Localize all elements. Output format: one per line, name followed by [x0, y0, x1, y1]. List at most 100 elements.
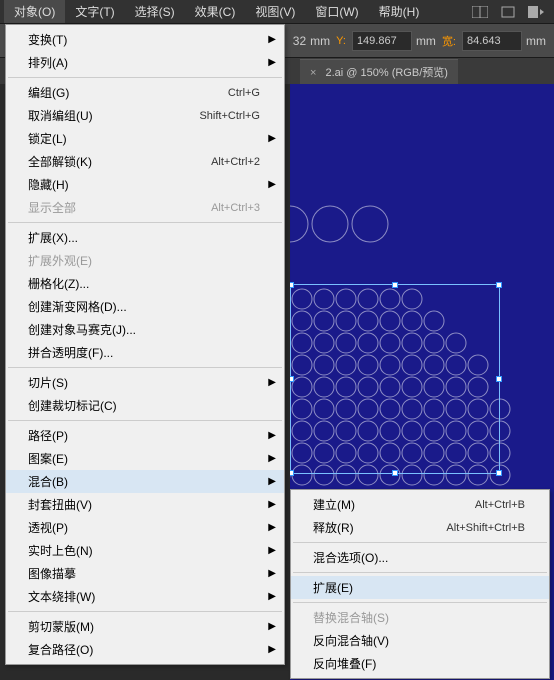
- panel-icon[interactable]: [526, 4, 546, 20]
- menu-shortcut: Alt+Shift+Ctrl+B: [446, 522, 525, 534]
- menu-item-label: 显示全部: [28, 199, 211, 216]
- selection-box[interactable]: [290, 284, 500, 474]
- menu-item-label: 栅格化(Z)...: [28, 275, 260, 292]
- menu-item-label: 扩展外观(E): [28, 252, 260, 269]
- submenu-arrow-icon: ▶: [268, 568, 276, 579]
- menu-item-label: 编组(G): [28, 84, 228, 101]
- menu-shortcut: Alt+Ctrl+3: [211, 202, 260, 214]
- selection-handle[interactable]: [290, 376, 294, 382]
- tab-title: 2.ai @ 150% (RGB/预览): [326, 67, 448, 79]
- selection-handle[interactable]: [290, 470, 294, 476]
- menu-item[interactable]: 文本绕排(W)▶: [6, 585, 284, 608]
- menubar: 对象(O) 文字(T) 选择(S) 效果(C) 视图(V) 窗口(W) 帮助(H…: [0, 0, 554, 24]
- menu-item[interactable]: 扩展(E): [291, 576, 549, 599]
- y-label: Y:: [334, 35, 348, 47]
- menu-shortcut: Shift+Ctrl+G: [199, 110, 260, 122]
- menu-item[interactable]: 剪切蒙版(M)▶: [6, 615, 284, 638]
- menu-item[interactable]: 锁定(L) ▶: [6, 127, 284, 150]
- submenu-arrow-icon: ▶: [268, 499, 276, 510]
- menu-item-label: 复合路径(O): [28, 641, 260, 658]
- menu-item[interactable]: 扩展(X)...: [6, 226, 284, 249]
- menu-item[interactable]: 混合选项(O)...: [291, 546, 549, 569]
- menu-item[interactable]: 取消编组(U)Shift+Ctrl+G: [6, 104, 284, 127]
- x-unit: mm: [310, 34, 330, 48]
- menu-item-label: 实时上色(N): [28, 542, 260, 559]
- menu-item[interactable]: 全部解锁(K)Alt+Ctrl+2: [6, 150, 284, 173]
- selection-handle[interactable]: [392, 470, 398, 476]
- w-field[interactable]: [462, 31, 522, 51]
- selection-handle[interactable]: [496, 282, 502, 288]
- menu-item[interactable]: 释放(R)Alt+Shift+Ctrl+B: [291, 516, 549, 539]
- menu-item-label: 取消编组(U): [28, 107, 199, 124]
- menu-item[interactable]: 编组(G)Ctrl+G: [6, 81, 284, 104]
- menu-item-label: 锁定(L): [28, 130, 260, 147]
- menu-item[interactable]: 封套扭曲(V)▶: [6, 493, 284, 516]
- selection-handle[interactable]: [496, 376, 502, 382]
- menu-item[interactable]: 透视(P)▶: [6, 516, 284, 539]
- menu-item-label: 反向混合轴(V): [313, 632, 525, 649]
- layout-icon[interactable]: [470, 4, 490, 20]
- menu-separator: [293, 572, 547, 573]
- menu-item-label: 替换混合轴(S): [313, 609, 525, 626]
- menu-item[interactable]: 实时上色(N) ▶: [6, 539, 284, 562]
- submenu-arrow-icon: ▶: [268, 133, 276, 144]
- doc-icon[interactable]: [498, 4, 518, 20]
- menu-item[interactable]: 反向混合轴(V): [291, 629, 549, 652]
- menu-item[interactable]: 混合(B)▶: [6, 470, 284, 493]
- menu-item[interactable]: 创建对象马赛克(J)...: [6, 318, 284, 341]
- tab-close-icon[interactable]: ×: [310, 67, 316, 79]
- menubar-item-effect[interactable]: 效果(C): [185, 0, 246, 23]
- menu-item[interactable]: 图案(E) ▶: [6, 447, 284, 470]
- menu-separator: [8, 420, 282, 421]
- menubar-item-select[interactable]: 选择(S): [125, 0, 185, 23]
- menu-item-label: 拼合透明度(F)...: [28, 344, 260, 361]
- menubar-item-object[interactable]: 对象(O): [4, 0, 65, 23]
- menu-item-label: 建立(M): [313, 496, 475, 513]
- menubar-item-text[interactable]: 文字(T): [65, 0, 124, 23]
- menu-item-label: 变换(T): [28, 31, 260, 48]
- menu-separator: [293, 542, 547, 543]
- object-menu: 变换(T)▶排列(A)▶编组(G)Ctrl+G取消编组(U)Shift+Ctrl…: [5, 24, 285, 665]
- menu-item[interactable]: 隐藏(H)▶: [6, 173, 284, 196]
- menu-item-label: 图像描摹: [28, 565, 260, 582]
- submenu-arrow-icon: ▶: [268, 377, 276, 388]
- selection-handle[interactable]: [496, 470, 502, 476]
- menu-item[interactable]: 切片(S)▶: [6, 371, 284, 394]
- w-unit: mm: [526, 34, 546, 48]
- menu-item[interactable]: 变换(T)▶: [6, 28, 284, 51]
- menu-item-label: 剪切蒙版(M): [28, 618, 260, 635]
- menu-item[interactable]: 建立(M)Alt+Ctrl+B: [291, 493, 549, 516]
- menu-item: 替换混合轴(S): [291, 606, 549, 629]
- selection-handle[interactable]: [392, 282, 398, 288]
- menu-item[interactable]: 反向堆叠(F): [291, 652, 549, 675]
- submenu-arrow-icon: ▶: [268, 57, 276, 68]
- submenu-arrow-icon: ▶: [268, 591, 276, 602]
- menu-item[interactable]: 创建渐变网格(D)...: [6, 295, 284, 318]
- menu-item: 显示全部Alt+Ctrl+3: [6, 196, 284, 219]
- menu-item-label: 透视(P): [28, 519, 260, 536]
- menu-item[interactable]: 图像描摹 ▶: [6, 562, 284, 585]
- menu-item[interactable]: 复合路径(O)▶: [6, 638, 284, 661]
- x-value: 32: [293, 34, 306, 48]
- w-label: 宽:: [440, 33, 458, 49]
- menu-item-label: 创建渐变网格(D)...: [28, 298, 260, 315]
- menu-item[interactable]: 排列(A)▶: [6, 51, 284, 74]
- menu-item[interactable]: 路径(P) ▶: [6, 424, 284, 447]
- submenu-arrow-icon: ▶: [268, 430, 276, 441]
- menubar-item-view[interactable]: 视图(V): [245, 0, 305, 23]
- menu-item[interactable]: 创建裁切标记(C): [6, 394, 284, 417]
- selection-handle[interactable]: [290, 282, 294, 288]
- y-field[interactable]: [352, 31, 412, 51]
- menu-separator: [8, 222, 282, 223]
- submenu-arrow-icon: ▶: [268, 453, 276, 464]
- menu-item[interactable]: 拼合透明度(F)...: [6, 341, 284, 364]
- menubar-item-window[interactable]: 窗口(W): [305, 0, 368, 23]
- menu-item-label: 路径(P): [28, 427, 260, 444]
- menubar-item-help[interactable]: 帮助(H): [369, 0, 430, 23]
- submenu-arrow-icon: ▶: [268, 545, 276, 556]
- menu-item-label: 图案(E): [28, 450, 260, 467]
- document-tab[interactable]: × 2.ai @ 150% (RGB/预览): [300, 59, 458, 84]
- menu-item[interactable]: 栅格化(Z)...: [6, 272, 284, 295]
- menu-item-label: 隐藏(H): [28, 176, 260, 193]
- menu-item-label: 全部解锁(K): [28, 153, 211, 170]
